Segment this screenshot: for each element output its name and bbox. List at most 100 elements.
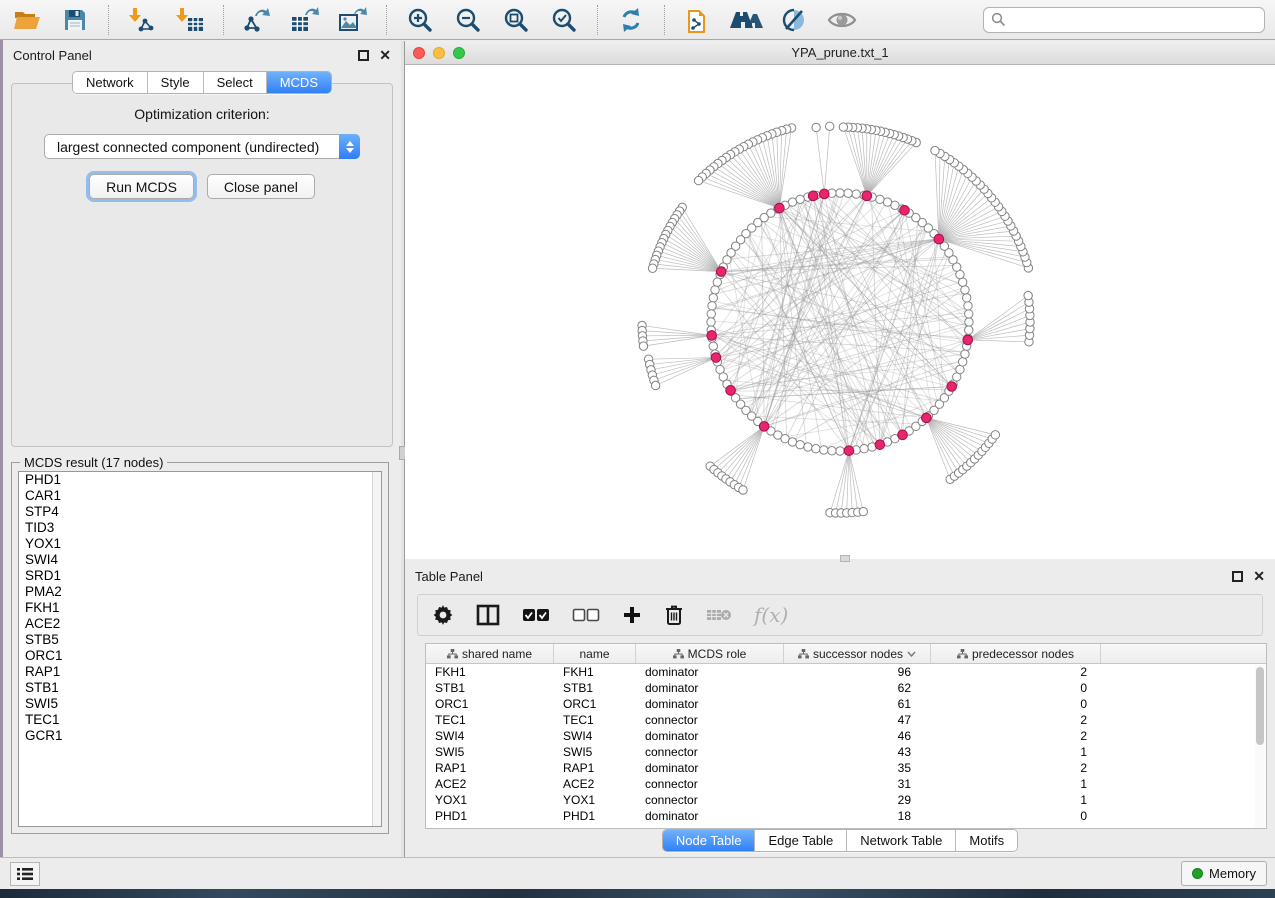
- horizontal-splitter-handle[interactable]: [840, 555, 850, 562]
- table-row[interactable]: FKH1FKH1dominator962: [426, 664, 1266, 680]
- table-cell[interactable]: YOX1: [554, 792, 636, 808]
- table-cell[interactable]: [1101, 808, 1266, 824]
- table-cell[interactable]: STB1: [426, 680, 554, 696]
- mcds-result-item[interactable]: PMA2: [19, 584, 381, 600]
- mcds-result-item[interactable]: STB1: [19, 680, 381, 696]
- open-icon[interactable]: [10, 5, 44, 35]
- zoom-selected-icon[interactable]: [547, 5, 581, 35]
- tab-network-table[interactable]: Network Table: [847, 830, 956, 851]
- column-header-shared-name[interactable]: shared name: [426, 644, 554, 663]
- table-cell[interactable]: dominator: [636, 728, 784, 744]
- table-scrollbar-thumb[interactable]: [1256, 667, 1264, 745]
- table-cell[interactable]: 29: [784, 792, 931, 808]
- network-window-titlebar[interactable]: YPA_prune.txt_1: [405, 41, 1275, 65]
- share-document-icon[interactable]: [681, 5, 715, 35]
- mcds-result-item[interactable]: TID3: [19, 520, 381, 536]
- tab-motifs[interactable]: Motifs: [956, 830, 1017, 851]
- table-scrollbar[interactable]: [1255, 665, 1265, 828]
- table-cell[interactable]: 0: [931, 696, 1101, 712]
- settings-gear-icon[interactable]: [432, 600, 454, 630]
- table-row[interactable]: ACE2ACE2connector311: [426, 776, 1266, 792]
- table-cell[interactable]: 61: [784, 696, 931, 712]
- table-cell[interactable]: 43: [784, 744, 931, 760]
- save-icon[interactable]: [58, 5, 92, 35]
- zoom-fit-icon[interactable]: [499, 5, 533, 35]
- search-field[interactable]: [983, 7, 1265, 33]
- table-row[interactable]: TEC1TEC1connector472: [426, 712, 1266, 728]
- table-cell[interactable]: 1: [931, 744, 1101, 760]
- table-cell[interactable]: 0: [931, 680, 1101, 696]
- table-cell[interactable]: FKH1: [426, 664, 554, 680]
- table-cell[interactable]: connector: [636, 744, 784, 760]
- table-row[interactable]: SWI4SWI4dominator462: [426, 728, 1266, 744]
- table-cell[interactable]: 96: [784, 664, 931, 680]
- table-cell[interactable]: 35: [784, 760, 931, 776]
- table-cell[interactable]: [1101, 792, 1266, 808]
- mcds-result-item[interactable]: GCR1: [19, 728, 381, 744]
- search-network-icon[interactable]: [729, 5, 763, 35]
- mcds-result-item[interactable]: ACE2: [19, 616, 381, 632]
- table-cell[interactable]: 0: [931, 808, 1101, 824]
- import-table-icon[interactable]: [173, 5, 207, 35]
- table-row[interactable]: STB1STB1dominator620: [426, 680, 1266, 696]
- memory-button[interactable]: Memory: [1181, 861, 1267, 886]
- table-cell[interactable]: 62: [784, 680, 931, 696]
- table-cell[interactable]: PHD1: [554, 808, 636, 824]
- table-cell[interactable]: dominator: [636, 680, 784, 696]
- table-cell[interactable]: SWI4: [554, 728, 636, 744]
- table-cell[interactable]: [1101, 664, 1266, 680]
- table-cell[interactable]: connector: [636, 712, 784, 728]
- panel-stack-menu-button[interactable]: [10, 862, 40, 886]
- column-header-MCDS-role[interactable]: MCDS role: [636, 644, 784, 663]
- table-cell[interactable]: TEC1: [554, 712, 636, 728]
- table-cell[interactable]: 46: [784, 728, 931, 744]
- table-row[interactable]: PHD1PHD1dominator180: [426, 808, 1266, 824]
- zoom-out-icon[interactable]: [451, 5, 485, 35]
- table-cell[interactable]: ACE2: [426, 776, 554, 792]
- split-panel-icon[interactable]: [476, 600, 500, 630]
- export-table-icon[interactable]: [288, 5, 322, 35]
- tab-style[interactable]: Style: [148, 72, 204, 93]
- tab-edge-table[interactable]: Edge Table: [755, 830, 847, 851]
- table-cell[interactable]: 31: [784, 776, 931, 792]
- table-row[interactable]: RAP1RAP1dominator352: [426, 760, 1266, 776]
- close-panel-button[interactable]: Close panel: [207, 174, 315, 199]
- float-panel-icon[interactable]: [358, 50, 369, 61]
- table-cell[interactable]: ORC1: [426, 696, 554, 712]
- table-cell[interactable]: dominator: [636, 760, 784, 776]
- sort-indicator-icon[interactable]: [907, 651, 916, 657]
- table-cell[interactable]: RAP1: [426, 760, 554, 776]
- tab-node-table[interactable]: Node Table: [663, 830, 756, 851]
- column-header-successor-nodes[interactable]: successor nodes: [784, 644, 931, 663]
- float-panel-icon[interactable]: [1232, 571, 1243, 582]
- table-cell[interactable]: RAP1: [554, 760, 636, 776]
- mcds-result-item[interactable]: ORC1: [19, 648, 381, 664]
- import-network-icon[interactable]: [125, 5, 159, 35]
- table-cell[interactable]: FKH1: [554, 664, 636, 680]
- table-cell[interactable]: dominator: [636, 808, 784, 824]
- run-mcds-button[interactable]: Run MCDS: [89, 174, 194, 199]
- table-cell[interactable]: 2: [931, 760, 1101, 776]
- mcds-result-item[interactable]: PHD1: [19, 472, 381, 488]
- table-row[interactable]: YOX1YOX1connector291: [426, 792, 1266, 808]
- tab-mcds[interactable]: MCDS: [267, 72, 331, 93]
- table-cell[interactable]: SWI4: [426, 728, 554, 744]
- search-input[interactable]: [1011, 12, 1257, 27]
- table-cell[interactable]: 47: [784, 712, 931, 728]
- table-cell[interactable]: YOX1: [426, 792, 554, 808]
- export-image-icon[interactable]: [336, 5, 370, 35]
- table-cell[interactable]: SWI5: [426, 744, 554, 760]
- table-cell[interactable]: [1101, 696, 1266, 712]
- add-column-icon[interactable]: [622, 600, 642, 630]
- table-cell[interactable]: TEC1: [426, 712, 554, 728]
- table-row[interactable]: ORC1ORC1dominator610: [426, 696, 1266, 712]
- mcds-list-scrollbar[interactable]: [372, 472, 381, 826]
- column-header-name[interactable]: name: [554, 644, 636, 663]
- mcds-result-item[interactable]: STB5: [19, 632, 381, 648]
- tab-select[interactable]: Select: [204, 72, 267, 93]
- table-cell[interactable]: connector: [636, 776, 784, 792]
- table-cell[interactable]: 2: [931, 712, 1101, 728]
- refresh-icon[interactable]: [614, 5, 648, 35]
- table-cell[interactable]: PHD1: [426, 808, 554, 824]
- deselect-all-icon[interactable]: [572, 600, 600, 630]
